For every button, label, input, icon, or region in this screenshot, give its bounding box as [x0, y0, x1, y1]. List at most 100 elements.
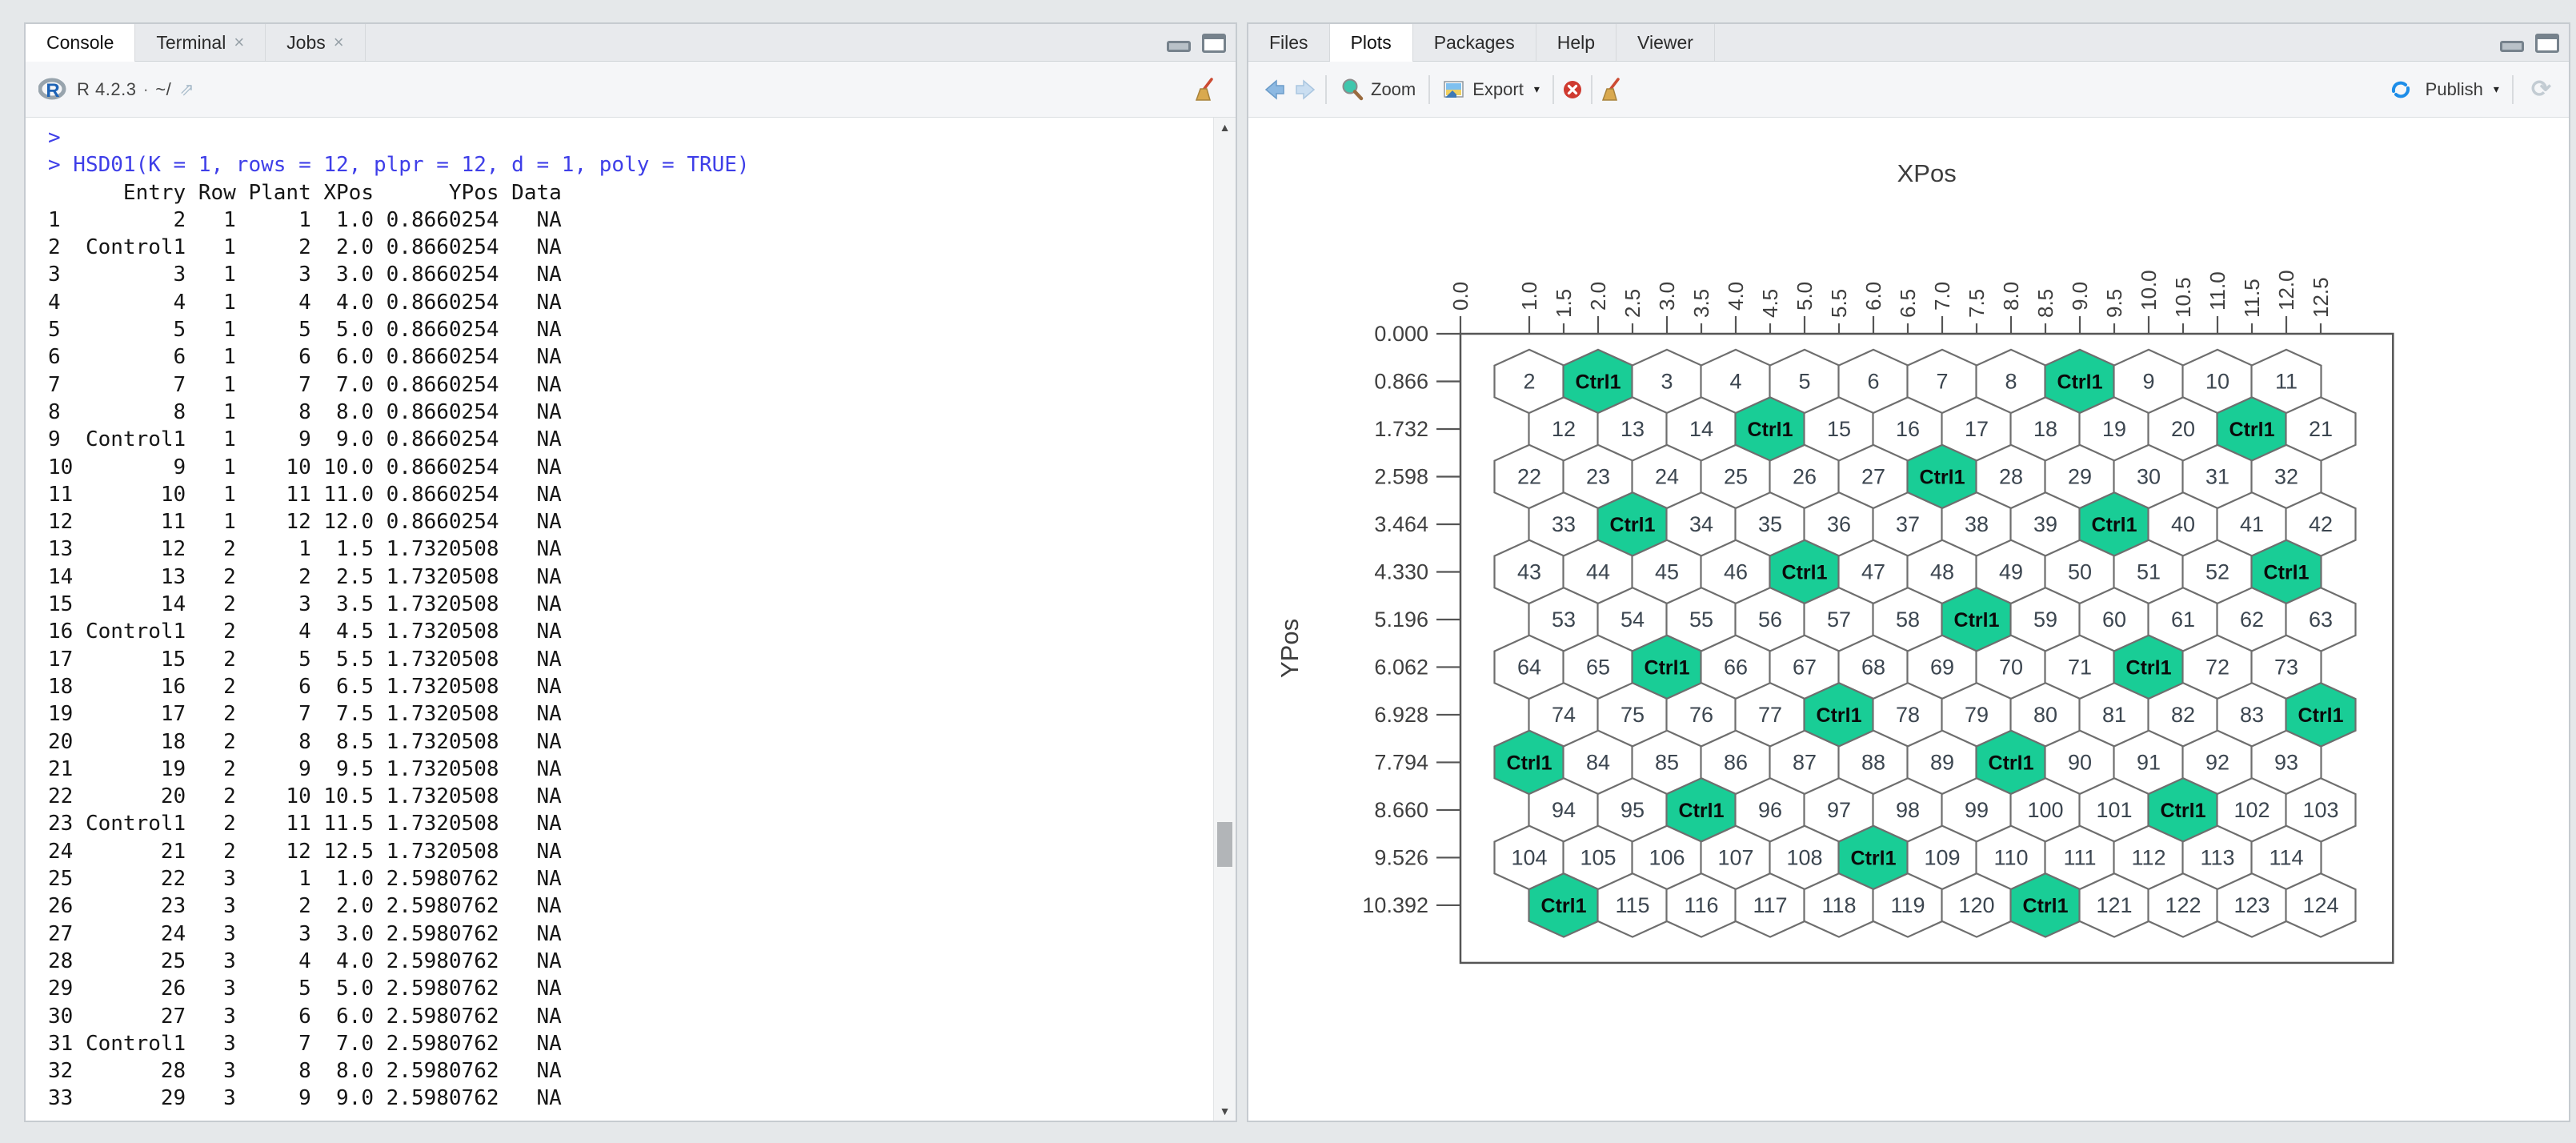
- refresh-plot-icon[interactable]: ⟳: [2531, 75, 2551, 103]
- tab-help[interactable]: Help: [1536, 24, 1617, 61]
- hex-cell-label: 110: [1993, 845, 2028, 869]
- maximize-pane-icon[interactable]: [1202, 34, 1226, 53]
- hex-cell-label: Ctrl1: [1576, 371, 1621, 393]
- clear-all-plots-broom-icon[interactable]: [1599, 77, 1625, 102]
- hex-cell-label: 36: [1827, 512, 1851, 536]
- tab-plots[interactable]: Plots: [1330, 24, 1413, 62]
- hex-cell-label: 44: [1586, 559, 1610, 584]
- plot-ylabel: YPos: [1276, 619, 1304, 678]
- minimize-pane-icon[interactable]: [2500, 41, 2524, 52]
- console-line: 28 25 3 4 4.0 2.5980762 NA: [48, 948, 1212, 975]
- y-tick-label: 6.062: [1374, 655, 1428, 679]
- hex-cell-label: Ctrl1: [1507, 752, 1552, 774]
- y-tick-label: 6.928: [1374, 703, 1428, 727]
- y-tick-label: 0.866: [1374, 369, 1428, 393]
- hex-cell-label: 76: [1689, 703, 1713, 727]
- r-session-info[interactable]: R 4.2.3·~/: [77, 79, 171, 100]
- y-tick-label: 7.794: [1374, 750, 1428, 774]
- hex-cell-label: 114: [2269, 845, 2303, 869]
- hex-cell-label: 63: [2309, 608, 2333, 632]
- hex-cell-label: Ctrl1: [1817, 704, 1862, 727]
- console-line: 18 16 2 6 6.5 1.7320508 NA: [48, 673, 1212, 700]
- hex-cell-label: 87: [1793, 750, 1817, 774]
- close-icon[interactable]: ×: [234, 32, 244, 53]
- hex-cell-label: Ctrl1: [2161, 800, 2206, 822]
- x-tick-label: 11.5: [2240, 279, 2264, 318]
- open-directory-icon[interactable]: ⇗: [179, 79, 194, 100]
- remove-plot-icon[interactable]: [1560, 78, 1584, 102]
- hex-cell-label: 48: [1930, 559, 1954, 584]
- tab-packages-label: Packages: [1434, 32, 1515, 54]
- hex-cell-label: Ctrl1: [1610, 514, 1656, 536]
- tab-plots-label: Plots: [1351, 32, 1392, 54]
- console-line: 7 7 1 7 7.0 0.8660254 NA: [48, 371, 1212, 399]
- x-tick-label: 12.5: [2309, 277, 2333, 318]
- console-line: 10 9 1 10 10.0 0.8660254 NA: [48, 454, 1212, 481]
- x-tick-label: 11.0: [2205, 271, 2229, 311]
- console-line: 14 13 2 2 2.5 1.7320508 NA: [48, 563, 1212, 591]
- separator-dot: ·: [142, 79, 149, 99]
- y-tick-label: 3.464: [1374, 512, 1428, 536]
- console-line: 17 15 2 5 5.5 1.7320508 NA: [48, 646, 1212, 673]
- tab-packages[interactable]: Packages: [1413, 24, 1536, 61]
- hex-cell-label: 112: [2131, 845, 2165, 869]
- hex-cell-label: 49: [1999, 559, 2023, 584]
- hex-cell-label: 22: [1517, 464, 1541, 488]
- console-pane: Console Terminal × Jobs × R R 4.2.3·~/ ⇗: [24, 22, 1237, 1122]
- console-line: 23 Control1 2 11 11.5 1.7320508 NA: [48, 810, 1212, 837]
- hex-cell-label: 99: [1965, 798, 1989, 822]
- hex-cell-label: 106: [1649, 845, 1685, 869]
- console-scrollbar[interactable]: ▲ ▼: [1213, 118, 1236, 1121]
- zoom-plot-button[interactable]: Zoom: [1333, 74, 1422, 105]
- console-output[interactable]: >> HSD01(K = 1, rows = 12, plpr = 12, d …: [26, 118, 1212, 1121]
- hex-cell-label: 27: [1861, 464, 1885, 488]
- tab-files[interactable]: Files: [1248, 24, 1330, 61]
- x-tick-label: 4.0: [1724, 282, 1748, 311]
- tab-console[interactable]: Console: [26, 24, 135, 62]
- console-line: 6 6 1 6 6.0 0.8660254 NA: [48, 343, 1212, 371]
- maximize-pane-icon[interactable]: [2535, 34, 2559, 53]
- console-line: 22 20 2 10 10.5 1.7320508 NA: [48, 783, 1212, 810]
- scroll-up-icon[interactable]: ▲: [1214, 121, 1236, 134]
- console-toolbar: R R 4.2.3·~/ ⇗: [26, 62, 1236, 118]
- export-plot-button[interactable]: Export ▾: [1436, 76, 1546, 103]
- hex-cell-label: 123: [2233, 893, 2270, 917]
- hex-cell-label: Ctrl1: [1541, 895, 1587, 917]
- console-line: 1 2 1 1 1.0 0.8660254 NA: [48, 207, 1212, 234]
- tab-terminal[interactable]: Terminal ×: [135, 24, 266, 61]
- minimize-pane-icon[interactable]: [1167, 41, 1191, 52]
- console-line: 11 10 1 11 11.0 0.8660254 NA: [48, 481, 1212, 508]
- scroll-down-icon[interactable]: ▼: [1214, 1105, 1236, 1117]
- hex-cell-label: 94: [1552, 798, 1576, 822]
- hex-cell-label: 108: [1786, 845, 1822, 869]
- publish-button[interactable]: Publish ▾: [2383, 75, 2506, 104]
- tab-jobs[interactable]: Jobs ×: [266, 24, 365, 61]
- close-icon[interactable]: ×: [334, 32, 344, 53]
- tab-viewer[interactable]: Viewer: [1617, 24, 1715, 61]
- hex-cell-label: 100: [2027, 798, 2063, 822]
- tab-jobs-label: Jobs: [286, 32, 326, 54]
- hex-cell-label: 89: [1930, 750, 1954, 774]
- hex-cell-label: 47: [1861, 559, 1885, 584]
- y-tick-label: 0.000: [1374, 322, 1428, 346]
- console-line: 24 21 2 12 12.5 1.7320508 NA: [48, 838, 1212, 865]
- tab-files-label: Files: [1269, 32, 1308, 54]
- scrollbar-thumb[interactable]: [1217, 822, 1232, 867]
- clear-console-broom-icon[interactable]: [1192, 77, 1218, 102]
- plot-title: XPos: [1897, 159, 1957, 187]
- hex-cell-label: 84: [1586, 750, 1610, 774]
- console-line: 3 3 1 3 3.0 0.8660254 NA: [48, 261, 1212, 288]
- hex-cell-label: 32: [2274, 464, 2298, 488]
- hex-cell-label: 72: [2205, 655, 2229, 679]
- hex-cell-label: Ctrl1: [2057, 371, 2103, 393]
- plot-svg: XPosYPos0.01.01.52.02.53.03.54.04.55.05.…: [1248, 118, 2569, 1122]
- back-plot-arrow-icon[interactable]: [1261, 78, 1285, 101]
- x-tick-label: 9.5: [2102, 289, 2126, 318]
- hex-cell-label: 56: [1758, 608, 1782, 632]
- x-tick-label: 6.0: [1861, 282, 1885, 311]
- console-line: 20 18 2 8 8.5 1.7320508 NA: [48, 728, 1212, 756]
- x-tick-label: 2.5: [1621, 289, 1645, 318]
- r-logo-icon: R: [38, 78, 67, 102]
- hex-cell-label: 23: [1586, 464, 1610, 488]
- forward-plot-arrow-icon[interactable]: [1295, 78, 1319, 101]
